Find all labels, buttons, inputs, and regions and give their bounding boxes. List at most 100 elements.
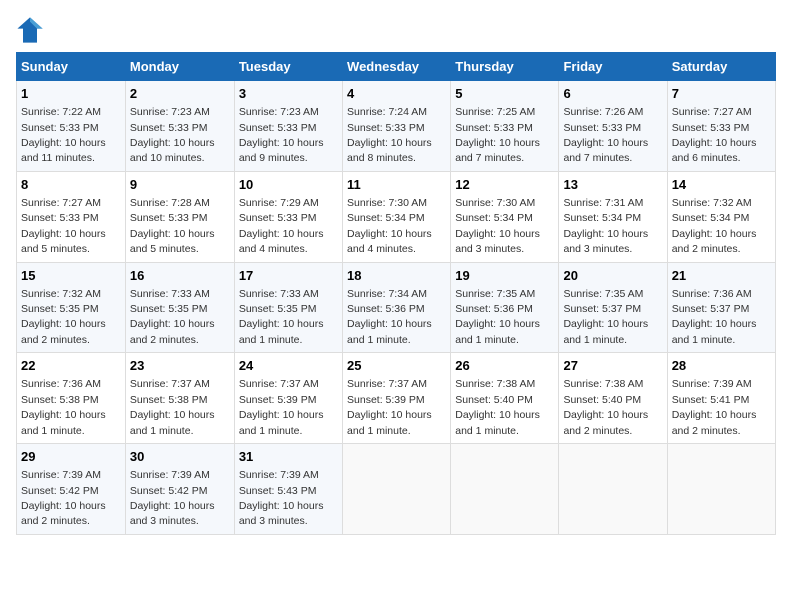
calendar-week-row: 1 Sunrise: 7:22 AM Sunset: 5:33 PM Dayli… (17, 81, 776, 172)
sunset-info: Sunset: 5:33 PM (672, 122, 750, 134)
day-number: 22 (21, 357, 121, 375)
sunset-info: Sunset: 5:33 PM (563, 122, 641, 134)
calendar-cell: 3 Sunrise: 7:23 AM Sunset: 5:33 PM Dayli… (234, 81, 342, 172)
calendar-cell: 27 Sunrise: 7:38 AM Sunset: 5:40 PM Dayl… (559, 353, 667, 444)
calendar-cell: 29 Sunrise: 7:39 AM Sunset: 5:42 PM Dayl… (17, 444, 126, 535)
sunset-info: Sunset: 5:38 PM (21, 394, 99, 406)
sunrise-info: Sunrise: 7:32 AM (672, 197, 752, 209)
daylight-info: Daylight: 10 hours and 4 minutes. (239, 228, 324, 255)
sunset-info: Sunset: 5:33 PM (130, 212, 208, 224)
calendar-cell: 31 Sunrise: 7:39 AM Sunset: 5:43 PM Dayl… (234, 444, 342, 535)
sunset-info: Sunset: 5:35 PM (130, 303, 208, 315)
daylight-info: Daylight: 10 hours and 2 minutes. (21, 318, 106, 345)
sunrise-info: Sunrise: 7:28 AM (130, 197, 210, 209)
sunrise-info: Sunrise: 7:37 AM (347, 378, 427, 390)
calendar-cell: 26 Sunrise: 7:38 AM Sunset: 5:40 PM Dayl… (451, 353, 559, 444)
weekday-header-friday: Friday (559, 53, 667, 81)
calendar-cell (559, 444, 667, 535)
calendar-cell: 24 Sunrise: 7:37 AM Sunset: 5:39 PM Dayl… (234, 353, 342, 444)
sunrise-info: Sunrise: 7:23 AM (130, 106, 210, 118)
day-number: 3 (239, 85, 338, 103)
calendar-cell: 13 Sunrise: 7:31 AM Sunset: 5:34 PM Dayl… (559, 171, 667, 262)
sunrise-info: Sunrise: 7:34 AM (347, 288, 427, 300)
calendar-cell: 17 Sunrise: 7:33 AM Sunset: 5:35 PM Dayl… (234, 262, 342, 353)
sunrise-info: Sunrise: 7:23 AM (239, 106, 319, 118)
daylight-info: Daylight: 10 hours and 3 minutes. (563, 228, 648, 255)
sunset-info: Sunset: 5:43 PM (239, 485, 317, 497)
sunset-info: Sunset: 5:39 PM (347, 394, 425, 406)
day-number: 6 (563, 85, 662, 103)
sunrise-info: Sunrise: 7:30 AM (347, 197, 427, 209)
sunset-info: Sunset: 5:36 PM (347, 303, 425, 315)
daylight-info: Daylight: 10 hours and 11 minutes. (21, 137, 106, 164)
day-number: 25 (347, 357, 446, 375)
day-number: 28 (672, 357, 771, 375)
sunrise-info: Sunrise: 7:29 AM (239, 197, 319, 209)
day-number: 14 (672, 176, 771, 194)
calendar-cell: 11 Sunrise: 7:30 AM Sunset: 5:34 PM Dayl… (343, 171, 451, 262)
daylight-info: Daylight: 10 hours and 2 minutes. (130, 318, 215, 345)
sunset-info: Sunset: 5:41 PM (672, 394, 750, 406)
daylight-info: Daylight: 10 hours and 3 minutes. (455, 228, 540, 255)
calendar-week-row: 22 Sunrise: 7:36 AM Sunset: 5:38 PM Dayl… (17, 353, 776, 444)
page-header (16, 16, 776, 44)
day-number: 11 (347, 176, 446, 194)
sunrise-info: Sunrise: 7:27 AM (21, 197, 101, 209)
daylight-info: Daylight: 10 hours and 7 minutes. (455, 137, 540, 164)
sunset-info: Sunset: 5:40 PM (563, 394, 641, 406)
sunrise-info: Sunrise: 7:38 AM (455, 378, 535, 390)
calendar-cell: 21 Sunrise: 7:36 AM Sunset: 5:37 PM Dayl… (667, 262, 775, 353)
daylight-info: Daylight: 10 hours and 1 minute. (455, 409, 540, 436)
day-number: 7 (672, 85, 771, 103)
sunset-info: Sunset: 5:40 PM (455, 394, 533, 406)
sunset-info: Sunset: 5:38 PM (130, 394, 208, 406)
sunrise-info: Sunrise: 7:36 AM (672, 288, 752, 300)
daylight-info: Daylight: 10 hours and 1 minute. (21, 409, 106, 436)
day-number: 16 (130, 267, 230, 285)
day-number: 24 (239, 357, 338, 375)
calendar-cell (451, 444, 559, 535)
daylight-info: Daylight: 10 hours and 2 minutes. (563, 409, 648, 436)
weekday-header-sunday: Sunday (17, 53, 126, 81)
sunrise-info: Sunrise: 7:35 AM (455, 288, 535, 300)
daylight-info: Daylight: 10 hours and 5 minutes. (21, 228, 106, 255)
calendar-week-row: 8 Sunrise: 7:27 AM Sunset: 5:33 PM Dayli… (17, 171, 776, 262)
calendar-cell: 25 Sunrise: 7:37 AM Sunset: 5:39 PM Dayl… (343, 353, 451, 444)
sunrise-info: Sunrise: 7:27 AM (672, 106, 752, 118)
day-number: 29 (21, 448, 121, 466)
calendar-table: SundayMondayTuesdayWednesdayThursdayFrid… (16, 52, 776, 535)
daylight-info: Daylight: 10 hours and 2 minutes. (672, 409, 757, 436)
day-number: 4 (347, 85, 446, 103)
sunset-info: Sunset: 5:34 PM (563, 212, 641, 224)
day-number: 19 (455, 267, 554, 285)
sunset-info: Sunset: 5:33 PM (239, 212, 317, 224)
sunset-info: Sunset: 5:33 PM (239, 122, 317, 134)
sunrise-info: Sunrise: 7:39 AM (672, 378, 752, 390)
sunrise-info: Sunrise: 7:39 AM (21, 469, 101, 481)
daylight-info: Daylight: 10 hours and 1 minute. (130, 409, 215, 436)
day-number: 27 (563, 357, 662, 375)
calendar-cell: 15 Sunrise: 7:32 AM Sunset: 5:35 PM Dayl… (17, 262, 126, 353)
sunrise-info: Sunrise: 7:26 AM (563, 106, 643, 118)
sunrise-info: Sunrise: 7:32 AM (21, 288, 101, 300)
calendar-cell: 4 Sunrise: 7:24 AM Sunset: 5:33 PM Dayli… (343, 81, 451, 172)
sunset-info: Sunset: 5:34 PM (347, 212, 425, 224)
sunrise-info: Sunrise: 7:33 AM (239, 288, 319, 300)
daylight-info: Daylight: 10 hours and 1 minute. (347, 318, 432, 345)
logo (16, 16, 46, 44)
weekday-header-thursday: Thursday (451, 53, 559, 81)
calendar-cell: 7 Sunrise: 7:27 AM Sunset: 5:33 PM Dayli… (667, 81, 775, 172)
calendar-cell: 22 Sunrise: 7:36 AM Sunset: 5:38 PM Dayl… (17, 353, 126, 444)
calendar-cell: 5 Sunrise: 7:25 AM Sunset: 5:33 PM Dayli… (451, 81, 559, 172)
sunrise-info: Sunrise: 7:38 AM (563, 378, 643, 390)
calendar-cell: 18 Sunrise: 7:34 AM Sunset: 5:36 PM Dayl… (343, 262, 451, 353)
day-number: 15 (21, 267, 121, 285)
day-number: 20 (563, 267, 662, 285)
daylight-info: Daylight: 10 hours and 3 minutes. (130, 500, 215, 527)
calendar-cell (667, 444, 775, 535)
calendar-cell: 28 Sunrise: 7:39 AM Sunset: 5:41 PM Dayl… (667, 353, 775, 444)
sunrise-info: Sunrise: 7:39 AM (239, 469, 319, 481)
calendar-cell: 1 Sunrise: 7:22 AM Sunset: 5:33 PM Dayli… (17, 81, 126, 172)
day-number: 2 (130, 85, 230, 103)
calendar-cell: 30 Sunrise: 7:39 AM Sunset: 5:42 PM Dayl… (125, 444, 234, 535)
